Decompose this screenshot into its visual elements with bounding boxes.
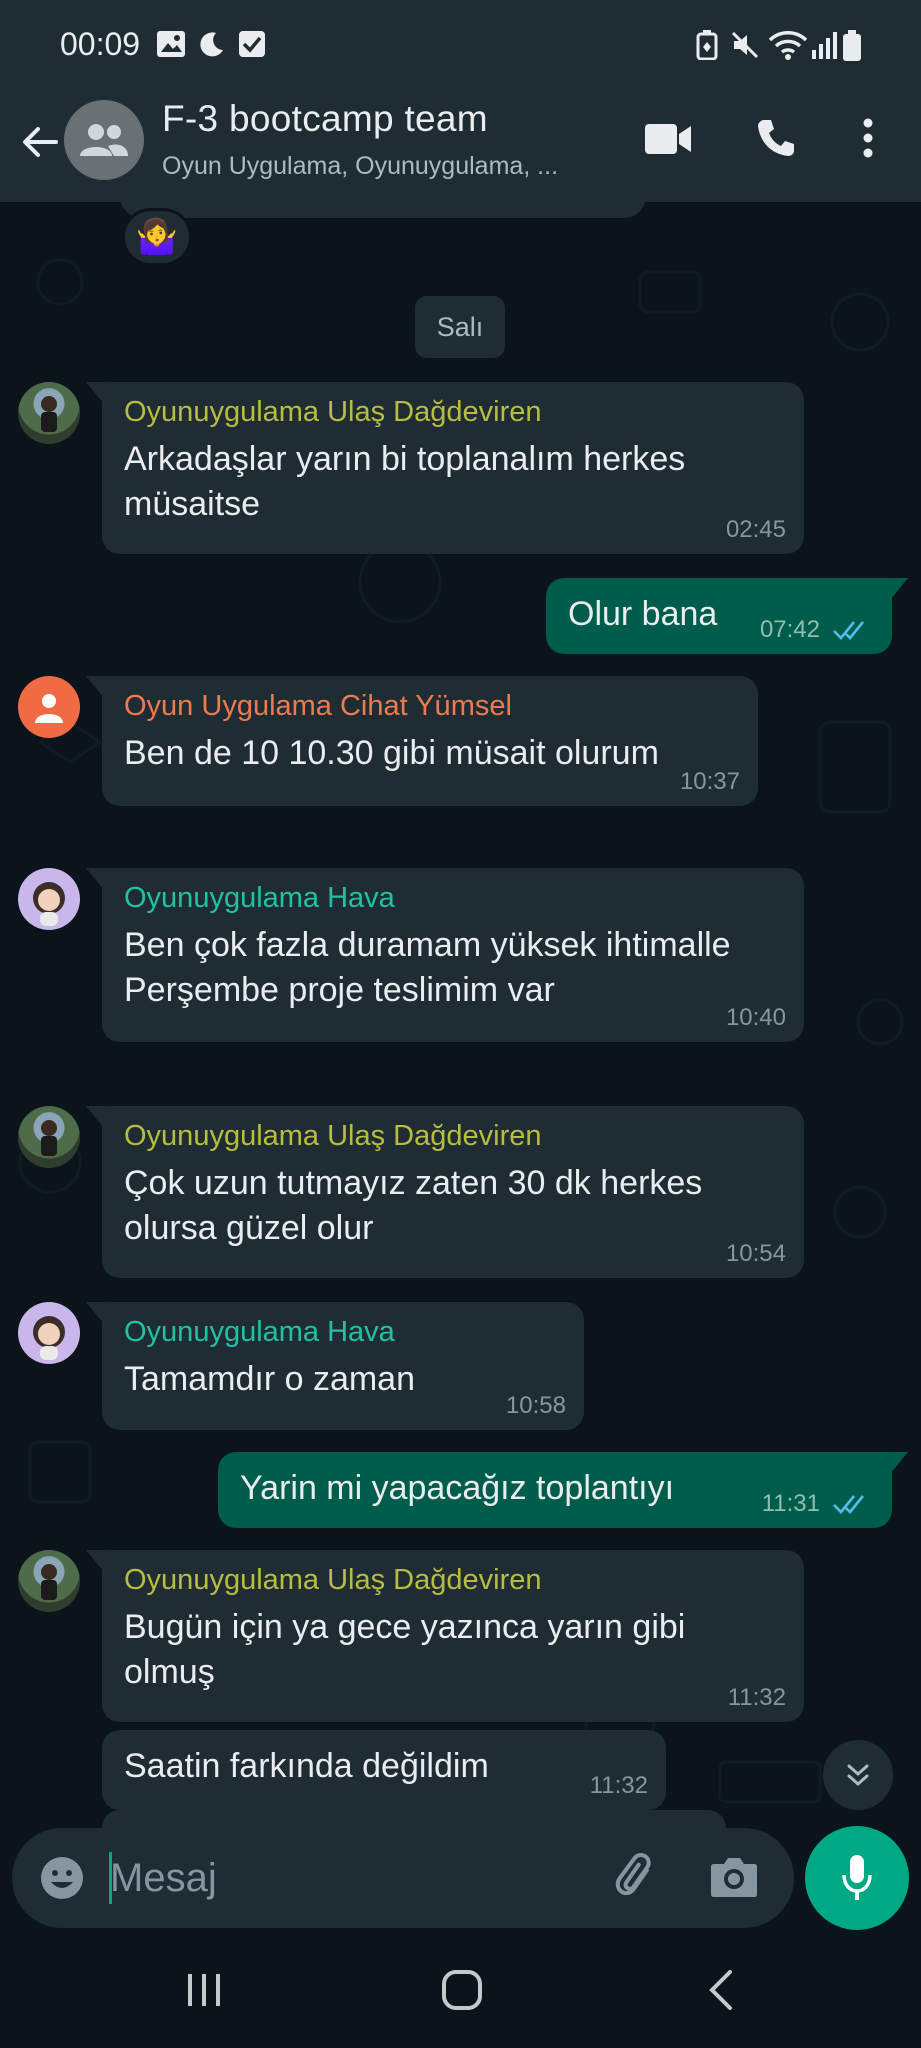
sender-avatar[interactable] (18, 868, 80, 930)
message-input[interactable] (110, 1848, 610, 1908)
bubble-tail (86, 1106, 104, 1128)
message-bubble-outgoing[interactable]: Yarin mi yapacağız toplantıyı 11:31 (218, 1452, 908, 1528)
bubble-tail (890, 578, 908, 600)
message-bubble[interactable]: Oyunuygulama Ulaş Dağdeviren Çok uzun tu… (86, 1106, 804, 1278)
message-time: 10:37 (679, 768, 740, 795)
date-separator: Salı (415, 296, 505, 358)
recents-icon[interactable] (184, 1970, 224, 2010)
message-text: Ben de 10 10.30 gibi müsait olurum (124, 734, 659, 772)
read-ticks-icon (833, 1495, 865, 1514)
message-bubble[interactable]: Oyunuygulama Ulaş Dağdeviren Bugün için … (86, 1550, 804, 1722)
message-text: Arkadaşlar yarın bi toplanalım herkes mü… (124, 440, 686, 523)
sender-avatar[interactable] (18, 382, 80, 444)
sender-name[interactable]: Oyunuygulama Hava (124, 1316, 562, 1349)
message-time: 10:54 (725, 1240, 786, 1267)
message-time: 11:31 (761, 1490, 820, 1517)
message-text: Olur bana (568, 595, 718, 633)
default-person-icon (35, 694, 63, 723)
memoji-avatar (33, 1316, 65, 1360)
message-bubble[interactable]: Oyunuygulama Ulaş Dağdeviren Arkadaşlar … (86, 382, 804, 554)
bubble-tail (86, 868, 104, 890)
group-members[interactable]: Oyun Uygulama, Oyunuygulama, ... (162, 152, 622, 181)
message-text: Saatin farkında değildim (124, 1747, 489, 1785)
mute-icon (731, 31, 759, 59)
sender-name[interactable]: Oyun Uygulama Cihat Yümsel (124, 690, 736, 723)
system-nav-bar (0, 1940, 921, 2048)
message-time: 07:42 (759, 616, 820, 643)
read-ticks-icon (833, 621, 865, 640)
sender-name[interactable]: Oyunuygulama Ulaş Dağdeviren (124, 1564, 782, 1597)
message-bubble[interactable] (102, 1810, 726, 1830)
sender-name[interactable]: Oyunuygulama Ulaş Dağdeviren (124, 1120, 782, 1153)
chat-header: F-3 bootcamp team Oyun Uygulama, Oyunuyg… (0, 90, 921, 202)
camera-icon[interactable] (710, 1854, 758, 1898)
checkbox-icon (239, 31, 265, 57)
battery-icon (843, 30, 861, 61)
nav-back-icon[interactable] (706, 1968, 736, 2012)
voice-record-button[interactable] (805, 1826, 909, 1930)
message-bubble[interactable]: Oyunuygulama Hava Tamamdır o zaman 10:58 (86, 1302, 584, 1430)
group-icon (80, 124, 128, 156)
previous-message-bubble[interactable] (120, 202, 646, 218)
moon-icon (200, 32, 223, 57)
message-list[interactable]: 🤷‍♀️ Salı Oyunuygulama Ulaş Dağdeviren A… (0, 202, 921, 1830)
sender-avatar[interactable] (18, 676, 80, 738)
message-text: Çok uzun tutmayız zaten 30 dk herkes olu… (124, 1164, 703, 1247)
sender-avatar[interactable] (18, 1106, 80, 1168)
sender-name[interactable]: Oyunuygulama Hava (124, 882, 782, 915)
message-bubble-outgoing[interactable]: Olur bana 07:42 (546, 578, 908, 654)
sender-avatar[interactable] (18, 1550, 80, 1612)
message-text: Tamamdır o zaman (124, 1360, 415, 1398)
person-photo (41, 396, 57, 432)
gallery-icon (157, 31, 185, 57)
message-text: Ben çok fazla duramam yüksek ihtimalle P… (124, 926, 731, 1009)
mic-icon (842, 1855, 872, 1900)
battery-saver-icon (696, 30, 718, 60)
sender-avatar[interactable] (18, 1302, 80, 1364)
scroll-to-bottom-button[interactable] (823, 1740, 893, 1810)
message-time: 10:40 (725, 1004, 786, 1031)
video-call-icon[interactable] (644, 122, 692, 156)
wifi-icon (768, 31, 808, 60)
bubble-tail (86, 676, 104, 698)
home-icon[interactable] (440, 1968, 484, 2012)
bubble-tail (86, 1550, 104, 1572)
more-vert-icon[interactable] (862, 118, 874, 158)
shrug-emoji: 🤷‍♀️ (135, 218, 179, 256)
message-time: 11:32 (727, 1684, 786, 1711)
attach-icon[interactable] (612, 1852, 664, 1904)
bubble-tail (86, 1302, 104, 1324)
sender-name[interactable]: Oyunuygulama Ulaş Dağdeviren (124, 396, 782, 429)
double-chevron-down-icon (847, 1764, 869, 1786)
emoji-icon[interactable] (38, 1854, 86, 1902)
group-avatar[interactable] (64, 100, 144, 180)
voice-call-icon[interactable] (756, 118, 796, 158)
bubble-tail (890, 1452, 908, 1474)
compose-bar (12, 1828, 794, 1928)
message-time: 10:58 (505, 1392, 566, 1419)
message-bubble[interactable]: Saatin farkında değildim 11:32 (102, 1730, 666, 1810)
group-title[interactable]: F-3 bootcamp team (162, 98, 488, 140)
status-time: 00:09 (60, 26, 141, 62)
person-photo (41, 1564, 57, 1600)
memoji-avatar (33, 882, 65, 926)
message-bubble[interactable]: Oyun Uygulama Cihat Yümsel Ben de 10 10.… (86, 676, 758, 806)
back-arrow-icon[interactable] (16, 118, 64, 166)
message-bubble[interactable]: Oyunuygulama Hava Ben çok fazla duramam … (86, 868, 804, 1042)
person-photo (41, 1120, 57, 1156)
message-text: Bugün için ya gece yazınca yarın gibi ol… (124, 1608, 686, 1691)
message-time: 11:32 (589, 1772, 648, 1799)
status-bar: 00:09 (0, 0, 921, 90)
signal-icon (812, 32, 837, 59)
bubble-tail (86, 382, 104, 404)
message-reaction[interactable]: 🤷‍♀️ (122, 208, 192, 266)
message-time: 02:45 (725, 516, 786, 543)
